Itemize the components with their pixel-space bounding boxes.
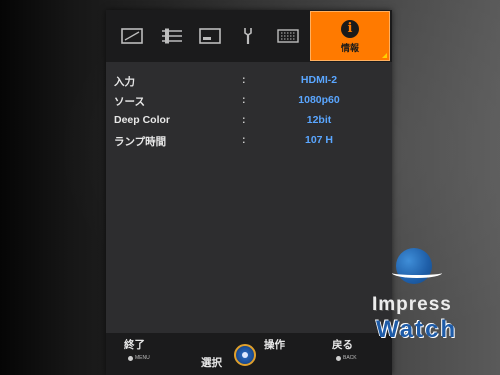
info-colon: :	[242, 74, 246, 86]
screen-icon	[199, 28, 221, 44]
exit-label: 終了	[124, 339, 145, 351]
watermark-line1: Impress	[372, 294, 452, 315]
guide-bar: 終了 MENU 選択 操作 戻る BACK	[106, 333, 392, 375]
back-key-hint: BACK	[336, 355, 357, 361]
tab-information[interactable]: i 情報	[310, 11, 390, 61]
info-value: HDMI-2	[300, 74, 338, 86]
picture-icon	[121, 28, 143, 44]
menu-button-icon	[128, 355, 133, 361]
info-value: 1080p60	[298, 94, 340, 106]
info-label: ソース	[114, 96, 145, 108]
back-key-label: BACK	[343, 355, 357, 361]
menu-key-hint: MENU	[128, 355, 150, 361]
info-colon: :	[242, 134, 246, 146]
projector-osd-menu: i 情報 入力 : HDMI-2 ソース : 1080p60 Deep Colo…	[106, 10, 392, 375]
menu-key-label: MENU	[135, 355, 150, 361]
operate-label: 操作	[264, 339, 285, 351]
info-row-input: 入力 : HDMI-2	[114, 70, 384, 90]
info-value: 12bit	[306, 114, 332, 126]
globe-logo-icon	[392, 248, 442, 284]
info-row-deep-color: Deep Color : 12bit	[114, 110, 384, 130]
info-label: Deep Color	[114, 114, 171, 126]
info-row-lamp-hours: ランプ時間 : 107 H	[114, 130, 384, 150]
tab-screen[interactable]	[190, 10, 230, 62]
tab-keypad[interactable]	[268, 10, 308, 62]
menu-tab-bar: i 情報	[106, 10, 392, 62]
tab-settings[interactable]	[228, 10, 268, 62]
wrench-icon	[244, 28, 252, 44]
info-colon: :	[242, 114, 246, 126]
selection-corner-marker	[382, 53, 387, 58]
keypad-icon	[277, 29, 299, 43]
dpad-icon	[234, 344, 256, 366]
watermark-line2: Watch	[376, 316, 458, 343]
select-label: 選択	[201, 357, 222, 369]
back-label: 戻る	[332, 339, 353, 351]
info-label: 入力	[114, 76, 135, 88]
info-list: 入力 : HDMI-2 ソース : 1080p60 Deep Color : 1…	[114, 70, 384, 150]
info-icon: i	[341, 20, 359, 38]
info-value: 107 H	[304, 134, 334, 146]
tab-picture[interactable]	[112, 10, 152, 62]
tab-information-label: 情報	[340, 43, 359, 53]
info-colon: :	[242, 94, 246, 106]
sliders-icon	[162, 28, 182, 44]
back-button-icon	[336, 355, 341, 361]
tab-adjust[interactable]	[152, 10, 192, 62]
info-label: ランプ時間	[114, 136, 167, 148]
info-row-source: ソース : 1080p60	[114, 90, 384, 110]
impress-watch-watermark: Impress Watch	[372, 248, 472, 348]
